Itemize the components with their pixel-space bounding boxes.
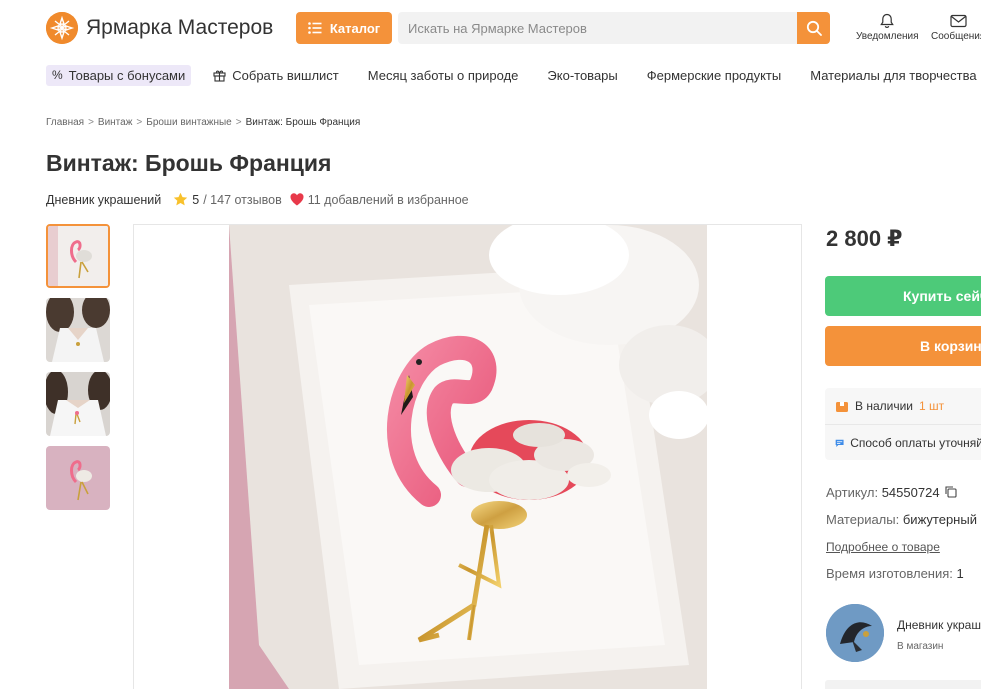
flamingo-on-pink-image [46, 446, 110, 510]
article-row: Артикул: 54550724 [826, 485, 957, 500]
materials-label: Материалы: [826, 512, 900, 527]
bell-icon [880, 13, 895, 28]
breadcrumb-separator: > [136, 117, 143, 128]
product-meta: Дневник украшений 5 / 147 отзывов 11 доб… [46, 192, 469, 207]
stock-row: В наличии 1 шт [825, 388, 981, 424]
production-time-row: Время изготовления: 1 [826, 566, 964, 581]
materials-value: бижутерный сплав [902, 512, 981, 527]
messages-label: Сообщения [931, 31, 981, 42]
logo-text: Ярмарка Мастеров [86, 16, 274, 39]
favorites-count: 11 добавлений в избранное [290, 193, 469, 207]
nav-item-label: Собрать вишлист [232, 67, 339, 83]
notifications-label: Уведомления [856, 31, 919, 42]
production-label: Время изготовления: [826, 566, 953, 581]
price: 2 800 ₽ [826, 226, 903, 251]
model-wearing-brooch-image [46, 298, 110, 362]
star-icon [174, 192, 188, 206]
seller-store-link[interactable]: В магазин [897, 641, 943, 652]
add-to-cart-button[interactable]: В корзину [825, 326, 981, 366]
mail-icon [950, 14, 967, 28]
search-button[interactable] [797, 12, 830, 44]
thumbnail[interactable] [46, 298, 110, 362]
nav-item-label: Фермерские продукты [646, 67, 782, 83]
stock-qty: 1 шт [919, 399, 945, 413]
bottom-panel [825, 680, 981, 689]
logo-mark-icon [46, 12, 78, 44]
box-icon [836, 402, 848, 412]
thumbnail[interactable] [46, 446, 110, 510]
page-title: Винтаж: Брошь Франция [46, 150, 332, 176]
breadcrumb-separator: > [88, 117, 94, 128]
rating[interactable]: 5 / 147 отзывов [173, 192, 282, 207]
flamingo-thumbnail-image [48, 226, 108, 286]
article-value: 54550724 [881, 485, 940, 500]
gift-icon [213, 70, 226, 82]
article-label: Артикул: [826, 485, 879, 500]
stock-label: В наличии [855, 399, 914, 413]
nav-item-wishlist[interactable]: Собрать вишлист [213, 67, 339, 83]
nav-item-farm-products[interactable]: Фермерские продукты [647, 68, 781, 83]
payment-row: Способ оплаты уточняйте [825, 424, 981, 460]
notifications-button[interactable]: Уведомления [856, 13, 919, 42]
favorites-label: 11 добавлений в избранное [307, 192, 469, 207]
search-icon [806, 20, 822, 36]
breadcrumb-current: Винтаж: Брошь Франция [245, 117, 361, 128]
search-bar [398, 12, 830, 44]
model-closeup-image [46, 372, 110, 436]
breadcrumb-link[interactable]: Винтаж [98, 117, 133, 128]
nav-item-craft-materials[interactable]: Материалы для творчества [810, 68, 976, 83]
catalog-label: Каталог [329, 20, 381, 36]
materials-row: Материалы: бижутерный сплав [826, 512, 981, 527]
seller-avatar[interactable] [826, 604, 884, 662]
production-value: 1 [956, 566, 964, 581]
nav-item-nature-month[interactable]: Месяц заботы о природе [368, 68, 519, 83]
breadcrumb-separator: > [235, 117, 242, 128]
flamingo-brooch-image [229, 225, 707, 689]
nav-item-eco-goods[interactable]: Эко-товары [547, 68, 617, 83]
nav-item-label: Материалы для творчества [810, 67, 977, 83]
product-details-link[interactable]: Подробнее о товаре [826, 540, 940, 554]
copy-icon[interactable] [945, 486, 957, 498]
breadcrumb: Главная > Винтаж > Броши винтажные > Винтаж: Б… [46, 117, 360, 128]
thumbnail[interactable] [46, 372, 110, 436]
site-logo[interactable]: Ярмарка Мастеров [46, 12, 273, 44]
category-nav: % Товары с бонусами Собрать вишлист Меся… [46, 63, 981, 87]
catalog-button[interactable]: Каталог [296, 12, 392, 44]
menu-list-icon [308, 22, 322, 34]
shop-link[interactable]: Дневник украшений [46, 193, 161, 207]
search-input[interactable] [398, 12, 793, 44]
chat-icon [835, 439, 844, 447]
availability-box: В наличии 1 шт Способ оплаты уточняйте [825, 388, 981, 460]
payment-label: Способ оплаты уточняйте [850, 435, 981, 450]
nav-item-bonus-goods[interactable]: % Товары с бонусами [46, 64, 192, 86]
thumbnail[interactable] [46, 224, 110, 288]
messages-button[interactable]: Сообщения [931, 13, 981, 42]
nav-item-label: Товары с бонусами [68, 67, 186, 83]
product-main-image[interactable] [229, 225, 707, 689]
rating-value: 5 [192, 192, 200, 207]
percent-icon: % [52, 68, 63, 82]
nav-item-label: Месяц заботы о природе [367, 67, 519, 83]
breadcrumb-link[interactable]: Главная [46, 117, 84, 128]
nav-item-label: Эко-товары [547, 67, 618, 83]
seller-name[interactable]: Дневник украшений [897, 618, 981, 632]
reviews-count: / 147 отзывов [203, 192, 282, 207]
seller-avatar-image [826, 604, 884, 662]
buy-now-button[interactable]: Купить сейчас [825, 276, 981, 316]
breadcrumb-link[interactable]: Броши винтажные [146, 117, 231, 128]
heart-icon [290, 193, 304, 206]
